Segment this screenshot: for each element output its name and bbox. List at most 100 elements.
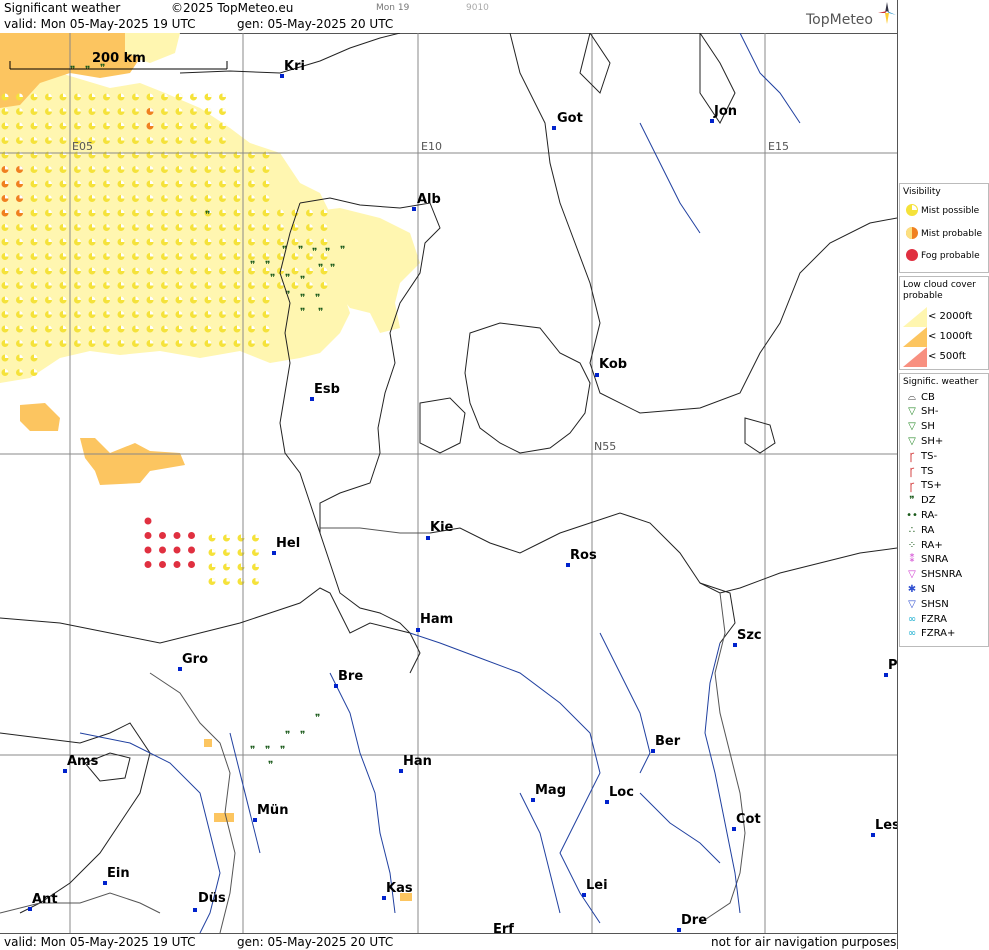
compass-icon bbox=[878, 2, 896, 24]
city-kas[interactable]: Kas bbox=[386, 881, 413, 896]
city-dot bbox=[426, 536, 430, 540]
city-lei[interactable]: Lei bbox=[586, 878, 608, 893]
mist-possible-dot-highlight bbox=[222, 93, 226, 97]
sh--icon: ▽ bbox=[908, 406, 916, 418]
drizzle-mark: ❞ bbox=[265, 260, 270, 271]
legend-signif-title: Signific. weather bbox=[903, 377, 979, 387]
drizzle-mark: ❞ bbox=[298, 245, 303, 256]
coast-zealand bbox=[464, 322, 591, 454]
valid-time: valid: Mon 05-May-2025 19 UTC bbox=[4, 17, 196, 31]
fog-probable-dot bbox=[159, 546, 166, 554]
city-dot bbox=[382, 896, 386, 900]
map-code: 9010 bbox=[466, 3, 489, 13]
legend-mist-probable: Mist probable bbox=[903, 226, 982, 241]
city-mag[interactable]: Mag bbox=[535, 783, 566, 798]
map-title: Significant weather bbox=[4, 1, 121, 15]
legend-visibility: Visibility Mist possible Mist probable F… bbox=[899, 183, 989, 273]
legend-signif-label: FZRA bbox=[921, 613, 947, 625]
city-dot bbox=[412, 207, 416, 211]
fzra-icon: ∞ bbox=[907, 613, 917, 625]
drizzle-mark: ❞ bbox=[315, 293, 320, 304]
grid-label-n55: N55 bbox=[594, 440, 617, 453]
legend-signif-label: SNRA bbox=[921, 554, 949, 566]
legend-signif-fzra-minusplus: ∞ FZRA+ bbox=[903, 627, 956, 641]
drizzle-mark: ❞ bbox=[270, 273, 275, 284]
fog-probable-dot bbox=[144, 561, 152, 568]
city-erf[interactable]: Erf bbox=[493, 922, 514, 933]
city-dot bbox=[63, 769, 67, 773]
city-dot bbox=[651, 749, 655, 753]
city-dot bbox=[531, 798, 535, 802]
copyright: ©2025 TopMeteo.eu bbox=[171, 1, 294, 15]
weather-map[interactable]: ❞ ❞ ❞ ❞ ❞ ❞ ❞ ❞ ❞ ❞ ❞ ❞ ❞ ❞ ❞ ❞ ❞ ❞ ❞ ❞ ❞ ❞ ❞ ❞ ❞ ❞ ❞ ❞ bbox=[0, 33, 897, 933]
river-spree bbox=[639, 792, 721, 864]
city-jon[interactable]: Jon bbox=[714, 104, 737, 119]
coast-sweden-west bbox=[509, 33, 897, 414]
legend-signif-label: CB bbox=[921, 391, 935, 403]
coast-netherlands bbox=[0, 722, 151, 914]
city-dot bbox=[595, 373, 599, 377]
drizzle-mark: ❞ bbox=[250, 260, 255, 271]
city-kri[interactable]: Kri bbox=[284, 59, 305, 74]
mist-possible-dot-highlight bbox=[222, 108, 226, 112]
city-kie[interactable]: Kie bbox=[430, 520, 453, 535]
city-han[interactable]: Han bbox=[403, 754, 432, 769]
city-dot bbox=[310, 397, 314, 401]
drizzle-mark: ❞ bbox=[315, 713, 320, 724]
city-dus[interactable]: Düs bbox=[198, 891, 226, 906]
city-mun[interactable]: Mün bbox=[257, 803, 288, 818]
city-p[interactable]: P bbox=[888, 658, 897, 673]
city-dot bbox=[677, 928, 681, 932]
city-les[interactable]: Les bbox=[875, 818, 897, 833]
city-ams[interactable]: Ams bbox=[67, 754, 98, 769]
mist-possible-dot-highlight bbox=[164, 93, 168, 97]
city-loc[interactable]: Loc bbox=[609, 785, 634, 800]
fog-probable-dot bbox=[159, 532, 166, 539]
city-ant[interactable]: Ant bbox=[32, 892, 58, 907]
city-dot bbox=[334, 684, 338, 688]
city-hel[interactable]: Hel bbox=[276, 536, 300, 551]
city-ros[interactable]: Ros bbox=[570, 548, 597, 563]
city-alb[interactable]: Alb bbox=[417, 192, 441, 207]
coast-bornholm bbox=[744, 417, 776, 454]
legend-low-cloud-title: Low cloud cover probable bbox=[903, 280, 976, 301]
drizzle-mark: ❞ bbox=[250, 745, 255, 756]
mist-probable-icon bbox=[906, 226, 918, 239]
city-bre[interactable]: Bre bbox=[338, 669, 363, 684]
drizzle-mark: ❞ bbox=[300, 293, 305, 304]
legend-signif-label: TS+ bbox=[921, 480, 942, 492]
gen-time: gen: 05-May-2025 20 UTC bbox=[237, 17, 394, 31]
drizzle-mark: ❞ bbox=[70, 65, 75, 76]
legend-cloud-2000: < 2000ft bbox=[928, 310, 973, 322]
legend-signif-sh: ▽ SH bbox=[903, 420, 935, 434]
river-saale bbox=[519, 792, 561, 914]
city-got[interactable]: Got bbox=[557, 111, 583, 126]
snra-icon: ⁑ bbox=[909, 554, 915, 566]
cb-icon: ⌓ bbox=[908, 391, 916, 403]
fog-probable-dot bbox=[144, 546, 152, 554]
city-dot bbox=[884, 673, 888, 677]
city-ein[interactable]: Ein bbox=[107, 866, 130, 881]
city-cot[interactable]: Cot bbox=[736, 812, 761, 827]
mist-possible-dot-highlight bbox=[255, 563, 259, 567]
city-ber[interactable]: Ber bbox=[655, 734, 680, 749]
border-be-nl bbox=[0, 892, 161, 914]
coast-germany-north bbox=[0, 587, 411, 644]
legend-low-cloud: Low cloud cover probable < 2000ft < 1000… bbox=[899, 276, 989, 370]
city-dre[interactable]: Dre bbox=[681, 913, 707, 928]
city-kob[interactable]: Kob bbox=[599, 357, 627, 372]
drizzle-mark: ❞ bbox=[300, 307, 305, 318]
city-szc[interactable]: Szc bbox=[737, 628, 762, 643]
mist-possible-dot-highlight bbox=[212, 578, 216, 582]
ra+-icon: ⁘ bbox=[907, 539, 917, 551]
city-gro[interactable]: Gro bbox=[182, 652, 208, 667]
legend-signif-label: FZRA+ bbox=[921, 628, 956, 640]
mist-possible-dot-highlight bbox=[212, 549, 216, 553]
city-dot bbox=[103, 881, 107, 885]
city-ham[interactable]: Ham bbox=[420, 612, 453, 627]
city-esb[interactable]: Esb bbox=[314, 382, 340, 397]
drizzle-mark: ❞ bbox=[325, 247, 330, 258]
cloud-1000-patch4 bbox=[214, 813, 234, 822]
drizzle-mark: ❞ bbox=[318, 307, 323, 318]
legend-signif-ra: ∴ RA bbox=[903, 523, 935, 537]
